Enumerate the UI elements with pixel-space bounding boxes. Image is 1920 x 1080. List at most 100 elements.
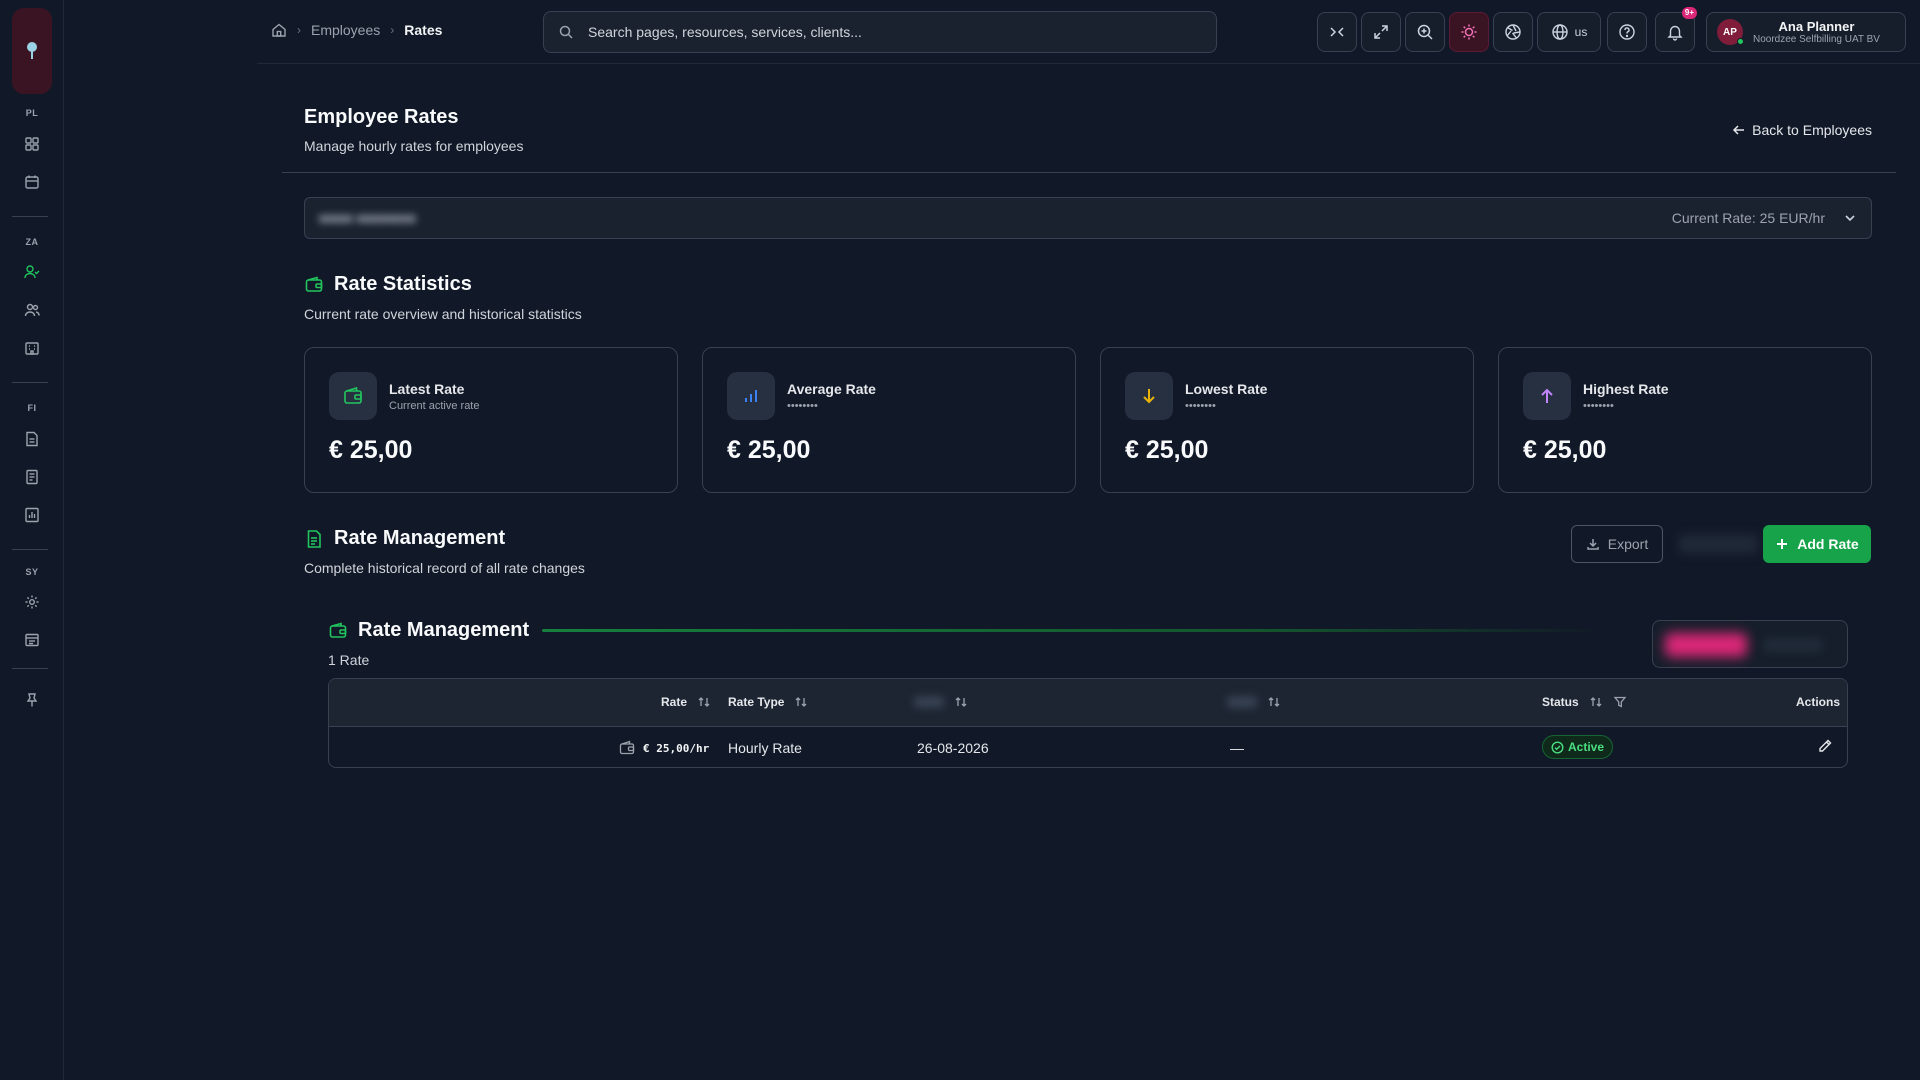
bar-chart-icon[interactable] [20,503,44,527]
fullscreen-button[interactable] [1361,12,1401,52]
rate-management-subtitle: Complete historical record of all rate c… [304,560,585,576]
rates-table: Rate Rate Type Status Actions € 25,00/hr… [328,678,1848,768]
bell-icon [1666,23,1684,41]
breadcrumb-rates: Rates [404,22,443,38]
wallet-icon [329,372,377,420]
pencil-icon [1817,738,1833,754]
document-icon[interactable] [20,427,44,451]
rate-management-panel-title: Rate Management [358,619,530,641]
chevron-right-icon: › [297,23,301,37]
user-info: Ana Planner Noordzee Selfbilling UAT BV [1753,19,1880,45]
online-status-dot [1737,38,1744,45]
column-header-status[interactable]: Status [1542,695,1627,709]
chevron-right-icon: › [390,23,395,37]
column-header-label: Status [1542,695,1579,709]
export-label: Export [1607,536,1649,552]
stat-value: € 25,00 [1125,436,1209,464]
stat-value: € 25,00 [1523,436,1607,464]
end-date-cell: — [1230,740,1244,756]
start-date-cell: 26-08-2026 [917,740,989,756]
user-name: Ana Planner [1778,19,1855,34]
rail-section-pl: PL [25,108,39,118]
zoom-button[interactable] [1405,12,1445,52]
column-header-label: Rate Type [728,695,785,709]
search-icon [558,24,574,40]
export-button[interactable]: Export [1571,525,1663,563]
left-rail: PL ZA FI SY [0,0,64,1080]
breadcrumb-employees[interactable]: Employees [311,22,380,38]
dashboard-icon[interactable] [20,132,44,156]
stat-hint: Current active rate [389,400,480,412]
globe-icon [1551,23,1569,41]
archive-icon[interactable] [20,628,44,652]
redacted-button[interactable] [1678,534,1758,554]
sort-icon[interactable] [1267,695,1281,709]
plus-icon [1775,537,1789,551]
sort-icon[interactable] [954,695,968,709]
home-icon[interactable] [271,22,287,38]
stat-value: € 25,00 [329,436,413,464]
help-button[interactable] [1607,12,1647,52]
selected-employee-redacted: ■■■■ ■■■■■■■ [319,210,416,226]
latest-rate-card: Latest Rate Current active rate € 25,00 [304,347,678,493]
sort-icon[interactable] [697,695,711,709]
user-menu[interactable]: AP Ana Planner Noordzee Selfbilling UAT … [1706,12,1906,52]
page-title: Employee Rates [304,106,459,128]
column-header-label: Actions [1796,695,1841,709]
search-input[interactable] [588,24,1188,40]
pin-icon[interactable] [20,688,44,712]
lowest-rate-card: Lowest Rate •••••••• € 25,00 [1100,347,1474,493]
settings-icon[interactable] [20,590,44,614]
users-icon[interactable] [20,298,44,322]
rail-divider [12,382,48,383]
rate-management-heading: Rate Management [304,527,505,550]
column-header-redacted [1227,696,1257,708]
sort-icon[interactable] [794,695,808,709]
view-toggle-option-active[interactable] [1665,633,1747,657]
current-rate-label: Current Rate: 25 EUR/hr [1671,210,1825,226]
arrow-down-icon [1125,372,1173,420]
column-header-redacted [914,696,944,708]
sort-icon[interactable] [1589,695,1603,709]
theme-toggle-button[interactable] [1449,12,1489,52]
bar-chart-icon [727,372,775,420]
avatar: AP [1717,19,1744,45]
notifications-button[interactable]: 9+ [1655,7,1697,52]
employee-rate-select[interactable]: ■■■■ ■■■■■■■ Current Rate: 25 EUR/hr [304,197,1872,239]
column-header-rate[interactable]: Rate [661,695,711,709]
column-header-actions: Actions [1796,695,1840,709]
invoice-icon[interactable] [20,465,44,489]
rail-divider [12,549,48,550]
back-to-employees-link[interactable]: Back to Employees [1732,122,1872,138]
table-header: Rate Rate Type Status Actions [329,679,1847,727]
stat-label: Highest Rate [1583,381,1669,397]
page-subtitle: Manage hourly rates for employees [304,138,524,154]
language-button[interactable]: us [1537,12,1601,52]
rate-statistics-title: Rate Statistics [334,273,472,295]
app-logo[interactable] [12,8,52,94]
top-bar: › Employees › Rates Search pages, resour… [257,0,1920,64]
arrow-left-icon [1732,123,1746,137]
edit-button[interactable] [1817,738,1833,754]
collapse-sidebar-button[interactable] [1317,12,1357,52]
user-organization: Noordzee Selfbilling UAT BV [1753,34,1880,45]
stat-label: Latest Rate [389,381,465,397]
appearance-button[interactable] [1493,12,1533,52]
add-rate-button[interactable]: Add Rate [1763,525,1871,563]
view-toggle-option[interactable] [1763,637,1823,653]
calendar-icon[interactable] [20,170,44,194]
check-circle-icon [1551,740,1564,754]
employee-icon[interactable] [20,260,44,284]
search-bar[interactable] [543,11,1217,53]
table-row[interactable]: € 25,00/hr Hourly Rate 26-08-2026 — Acti… [329,727,1847,767]
stat-hint: •••••••• [1185,400,1216,412]
column-header-start-date[interactable] [914,695,968,709]
view-toggle[interactable] [1652,620,1848,668]
column-header-rate-type[interactable]: Rate Type [728,695,808,709]
column-header-end-date[interactable] [1227,695,1281,709]
highest-rate-card: Highest Rate •••••••• € 25,00 [1498,347,1872,493]
zoom-in-icon [1416,23,1434,41]
heading-accent-line [542,629,1602,632]
building-icon[interactable] [20,336,44,360]
filter-icon[interactable] [1613,695,1627,709]
